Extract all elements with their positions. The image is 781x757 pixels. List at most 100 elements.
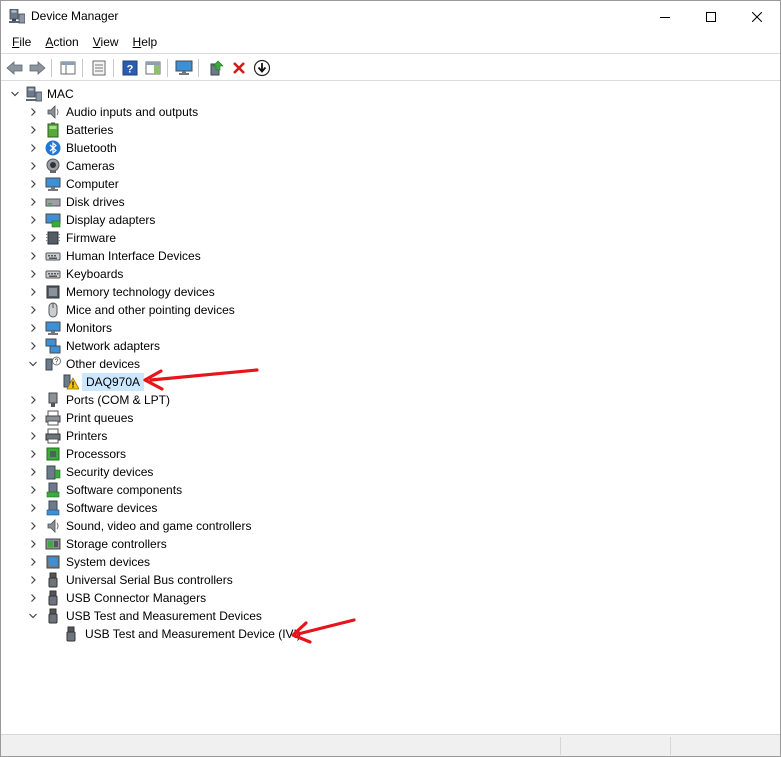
update-driver-button[interactable] [206, 58, 226, 78]
tree-category-label: Printers [66, 429, 108, 443]
chevron-right-icon[interactable] [28, 233, 38, 243]
svg-text:?: ? [127, 64, 134, 76]
processor-icon [46, 447, 60, 461]
chevron-right-icon[interactable] [28, 431, 38, 441]
tree-category-label: Security devices [66, 465, 154, 479]
chevron-right-icon[interactable] [28, 251, 38, 261]
chevron-down-icon[interactable] [28, 611, 38, 621]
device-manager-icon [9, 9, 25, 24]
tree-category-ports-com-lpt[interactable]: Ports (COM & LPT) [1, 391, 401, 409]
chevron-right-icon[interactable] [28, 269, 38, 279]
chevron-right-icon[interactable] [28, 575, 38, 585]
tree-root-mac[interactable]: MAC [1, 85, 301, 103]
show-hide-console-tree-button[interactable] [58, 58, 78, 78]
uninstall-button[interactable] [229, 58, 249, 78]
tree-category-software-devices[interactable]: Software devices [1, 499, 401, 517]
chevron-right-icon[interactable] [28, 287, 38, 297]
chevron-right-icon[interactable] [28, 485, 38, 495]
tree-category-computer[interactable]: Computer [1, 175, 401, 193]
menu-action[interactable]: Action [38, 32, 85, 52]
tree-category-print-queues[interactable]: Print queues [1, 409, 401, 427]
tree-category-usb-connector-managers[interactable]: USB Connector Managers [1, 589, 401, 607]
chevron-right-icon[interactable] [28, 197, 38, 207]
tree-category-universal-serial-bus-controllers[interactable]: Universal Serial Bus controllers [1, 571, 401, 589]
annotation-arrow-usb [291, 618, 356, 644]
tree-category-sound-video-and-game-controllers[interactable]: Sound, video and game controllers [1, 517, 401, 535]
minimize-button[interactable] [642, 1, 688, 32]
minimize-icon [660, 16, 670, 18]
tree-category-bluetooth[interactable]: Bluetooth [1, 139, 401, 157]
tree-category-keyboards[interactable]: Keyboards [1, 265, 401, 283]
chevron-right-icon[interactable] [28, 449, 38, 459]
tree-category-mice-and-other-pointing-devices[interactable]: Mice and other pointing devices [1, 301, 401, 319]
tree-category-storage-controllers[interactable]: Storage controllers [1, 535, 401, 553]
camera-icon [46, 158, 60, 173]
chevron-right-icon[interactable] [28, 593, 38, 603]
warning-device-icon [63, 374, 79, 390]
chevron-right-icon[interactable] [28, 143, 38, 153]
enable-device-button[interactable] [252, 58, 272, 78]
tree-category-label: Disk drives [66, 195, 125, 209]
tree-category-memory-technology-devices[interactable]: Memory technology devices [1, 283, 401, 301]
tree-category-display-adapters[interactable]: Display adapters [1, 211, 401, 229]
uninstall-icon [233, 62, 245, 74]
close-button[interactable] [734, 1, 780, 32]
tree-category-label: USB Test and Measurement Devices [66, 609, 262, 623]
chevron-right-icon[interactable] [28, 395, 38, 405]
tree-device-usb-test-and-measurement-device-ivi[interactable]: USB Test and Measurement Device (IVI) [1, 625, 421, 643]
device-tree: MAC Audio inputs and outputs Batteries Blu… [1, 82, 780, 733]
chevron-down-icon[interactable] [28, 359, 38, 369]
svg-text:?: ? [55, 359, 59, 366]
help-icon: ? [122, 60, 138, 76]
tree-category-system-devices[interactable]: System devices [1, 553, 401, 571]
chevron-right-icon[interactable] [28, 107, 38, 117]
mouse-icon [48, 302, 58, 318]
menu-help[interactable]: Help [126, 32, 165, 52]
tree-category-human-interface-devices[interactable]: Human Interface Devices [1, 247, 401, 265]
tree-category-software-components[interactable]: Software components [1, 481, 401, 499]
security-icon [46, 465, 61, 480]
properties-button[interactable] [89, 58, 109, 78]
chevron-right-icon[interactable] [28, 503, 38, 513]
tree-category-firmware[interactable]: Firmware [1, 229, 401, 247]
chevron-right-icon[interactable] [28, 521, 38, 531]
computer-icon [45, 177, 61, 191]
window-title: Device Manager [31, 9, 119, 23]
bluetooth-icon [45, 140, 61, 156]
maximize-button[interactable] [688, 1, 734, 32]
tree-category-batteries[interactable]: Batteries [1, 121, 401, 139]
help-button[interactable]: ? [120, 58, 140, 78]
chevron-right-icon[interactable] [28, 323, 38, 333]
tree-category-security-devices[interactable]: Security devices [1, 463, 401, 481]
forward-button[interactable] [27, 58, 47, 78]
chevron-right-icon[interactable] [28, 125, 38, 135]
chevron-right-icon[interactable] [28, 413, 38, 423]
title-bar[interactable]: Device Manager [1, 1, 780, 32]
chevron-right-icon[interactable] [28, 557, 38, 567]
menu-view[interactable]: View [86, 32, 126, 52]
tree-category-disk-drives[interactable]: Disk drives [1, 193, 401, 211]
tree-category-printers[interactable]: Printers [1, 427, 401, 445]
action-pane-button[interactable] [143, 58, 163, 78]
scan-hardware-button[interactable] [174, 58, 194, 78]
tree-category-label: Bluetooth [66, 141, 117, 155]
tree-category-label: System devices [66, 555, 151, 569]
chevron-right-icon[interactable] [28, 467, 38, 477]
chevron-right-icon[interactable] [28, 215, 38, 225]
menu-file[interactable]: File [5, 32, 38, 52]
chevron-right-icon[interactable] [28, 539, 38, 549]
chevron-right-icon[interactable] [28, 161, 38, 171]
tree-category-processors[interactable]: Processors [1, 445, 401, 463]
display-adapter-icon [45, 213, 61, 228]
chevron-right-icon[interactable] [28, 305, 38, 315]
forward-icon [29, 61, 46, 75]
tree-category-audio-inputs-and-outputs[interactable]: Audio inputs and outputs [1, 103, 401, 121]
tree-category-cameras[interactable]: Cameras [1, 157, 401, 175]
tree-category-monitors[interactable]: Monitors [1, 319, 401, 337]
status-bar [1, 734, 780, 756]
chevron-right-icon[interactable] [28, 179, 38, 189]
tree-category-network-adapters[interactable]: Network adapters [1, 337, 401, 355]
tree-category-label: Memory technology devices [66, 285, 215, 299]
chevron-right-icon[interactable] [28, 341, 38, 351]
back-button[interactable] [5, 58, 25, 78]
